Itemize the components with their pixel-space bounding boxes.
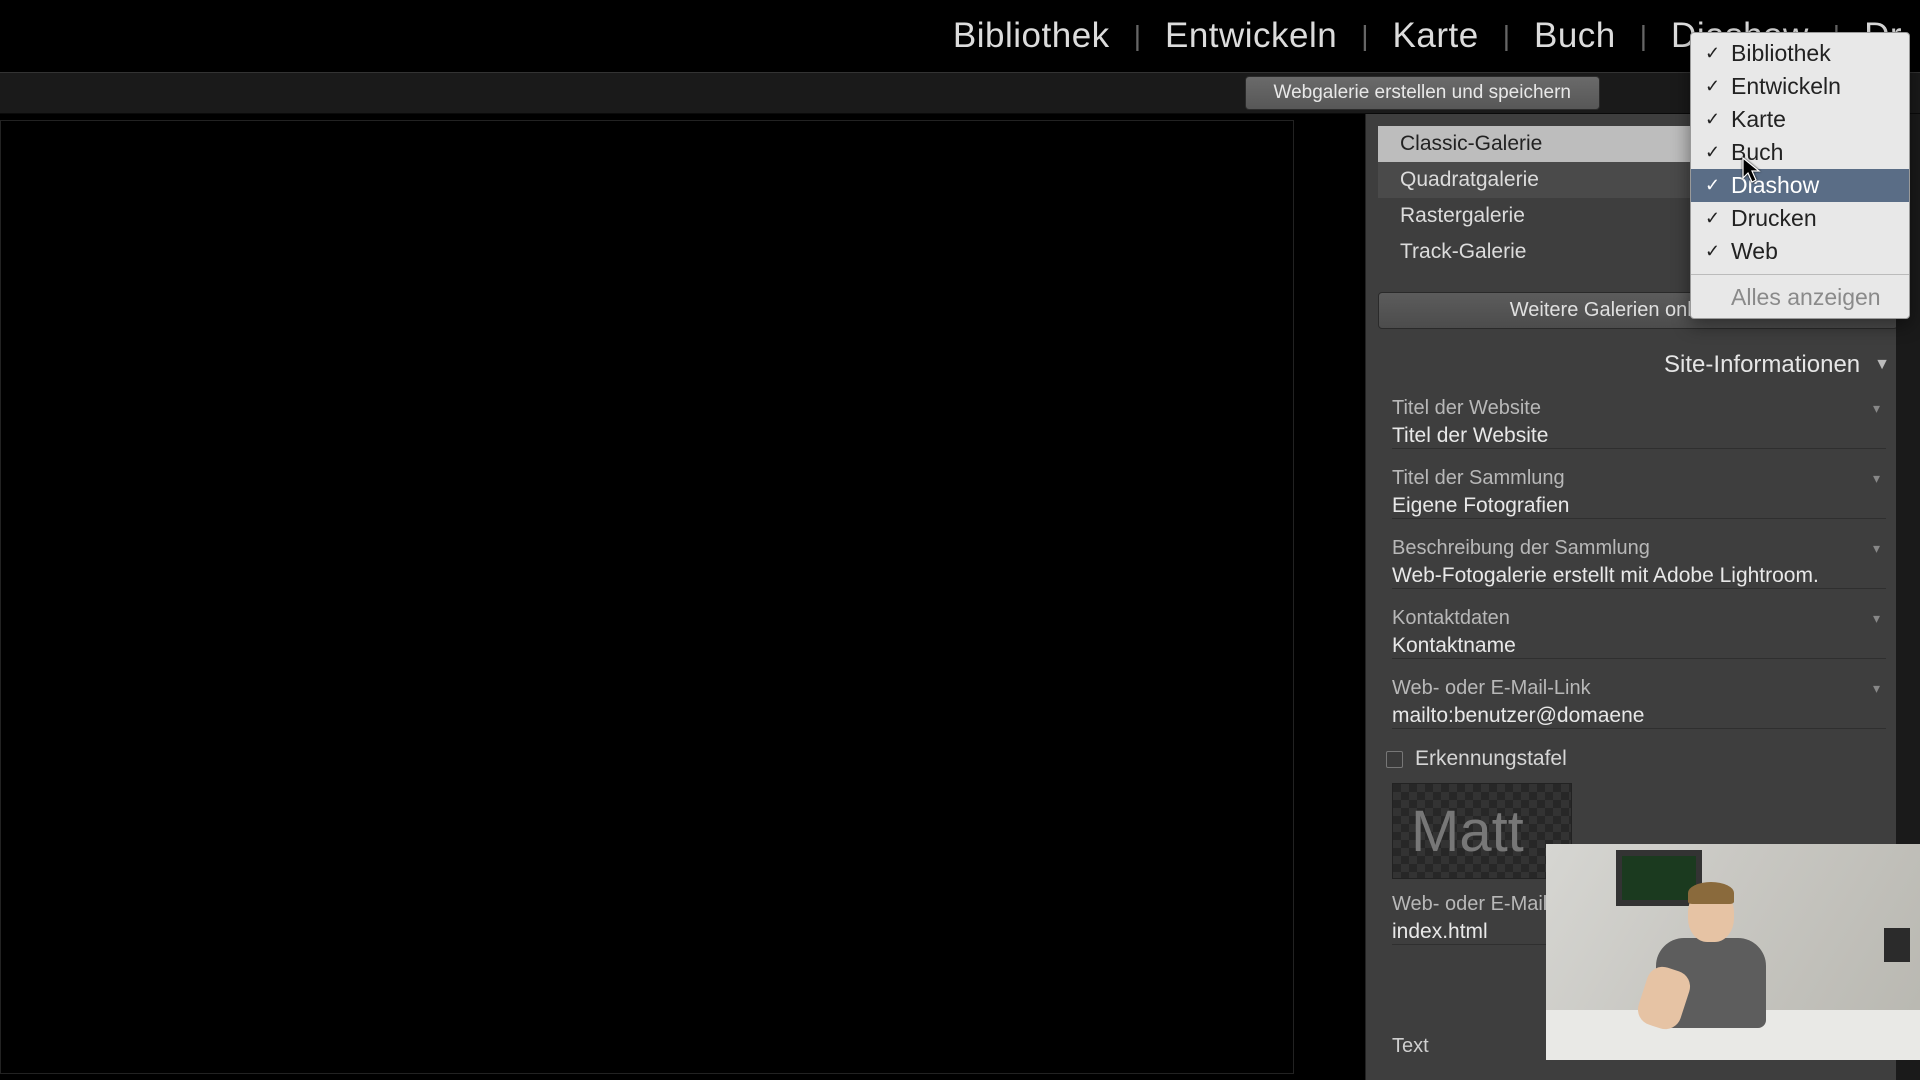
create-save-web-gallery-button[interactable]: Webgalerie erstellen und speichern [1245, 76, 1601, 110]
dd-item-map[interactable]: ✓ Karte [1691, 103, 1909, 136]
secondary-toolbar: Webgalerie erstellen und speichern [0, 72, 1920, 114]
check-icon: ✓ [1705, 175, 1723, 196]
dd-item-print[interactable]: ✓ Drucken [1691, 202, 1909, 235]
identity-plate-checkbox-label: Erkennungstafel [1415, 747, 1567, 771]
caret-down-icon[interactable]: ▾ [1873, 540, 1880, 557]
checkbox-icon[interactable] [1386, 751, 1403, 768]
module-book[interactable]: Buch [1528, 16, 1622, 56]
field-contact-label: Kontaktdaten [1392, 607, 1510, 630]
field-collection-title-value[interactable]: Eigene Fotografien [1392, 490, 1886, 519]
dd-item-label: Entwickeln [1731, 73, 1841, 100]
field-collection-title-label: Titel der Sammlung [1392, 467, 1565, 490]
caret-down-icon[interactable]: ▾ [1873, 400, 1880, 417]
identity-plate-checkbox-row[interactable]: Erkennungstafel [1386, 747, 1886, 771]
dd-item-show-all[interactable]: Alles anzeigen [1691, 281, 1909, 314]
field-collection-desc-label: Beschreibung der Sammlung [1392, 537, 1650, 560]
field-site-title: Titel der Website ▾ Titel der Website [1392, 397, 1886, 449]
field-web-email-link-value[interactable]: mailto:benutzer@domaene [1392, 700, 1886, 729]
check-icon: ✓ [1705, 241, 1723, 262]
dd-item-label: Diashow [1731, 172, 1819, 199]
dd-item-book[interactable]: ✓ Buch [1691, 136, 1909, 169]
dd-item-label: Web [1731, 238, 1778, 265]
dd-item-label: Alles anzeigen [1731, 284, 1881, 311]
module-map[interactable]: Karte [1387, 16, 1485, 56]
check-icon: ✓ [1705, 142, 1723, 163]
module-separator: | [1622, 20, 1665, 52]
check-icon: ✓ [1705, 109, 1723, 130]
caret-down-icon[interactable]: ▾ [1873, 470, 1880, 487]
dd-item-slideshow[interactable]: ✓ Diashow [1691, 169, 1909, 202]
preview-canvas[interactable] [0, 120, 1294, 1074]
section-site-info-header[interactable]: Site-Informationen ▼ [1366, 329, 1920, 391]
module-separator: | [1116, 20, 1159, 52]
wall-art-icon [1884, 928, 1910, 962]
field-site-title-label: Titel der Website [1392, 397, 1541, 420]
field-collection-title: Titel der Sammlung ▾ Eigene Fotografien [1392, 467, 1886, 519]
module-visibility-dropdown[interactable]: ✓ Bibliothek ✓ Entwickeln ✓ Karte ✓ Buch ✓ Di… [1690, 32, 1910, 319]
triangle-down-icon: ▼ [1874, 356, 1890, 374]
person-shape [1646, 882, 1776, 1032]
caret-down-icon[interactable]: ▾ [1873, 680, 1880, 697]
field-web-email-link-2-label: Web- oder E-Mail-Li [1392, 893, 1569, 916]
dd-item-web[interactable]: ✓ Web [1691, 235, 1909, 268]
dd-item-label: Drucken [1731, 205, 1817, 232]
check-icon: ✓ [1705, 43, 1723, 64]
module-separator: | [1485, 20, 1528, 52]
module-bar: Bibliothek | Entwickeln | Karte | Buch |… [0, 0, 1920, 72]
dd-item-develop[interactable]: ✓ Entwickeln [1691, 70, 1909, 103]
webcam-overlay [1546, 844, 1920, 1060]
field-contact-value[interactable]: Kontaktname [1392, 630, 1886, 659]
check-icon: ✓ [1705, 208, 1723, 229]
dd-item-label: Karte [1731, 106, 1786, 133]
field-contact: Kontaktdaten ▾ Kontaktname [1392, 607, 1886, 659]
color-text-label: Text [1392, 1035, 1429, 1058]
field-web-email-link-label: Web- oder E-Mail-Link [1392, 677, 1591, 700]
dd-item-label: Bibliothek [1731, 40, 1831, 67]
module-develop[interactable]: Entwickeln [1159, 16, 1343, 56]
dd-item-library[interactable]: ✓ Bibliothek [1691, 37, 1909, 70]
dropdown-separator [1691, 274, 1909, 275]
module-separator: | [1343, 20, 1386, 52]
field-collection-desc-value[interactable]: Web-Fotogalerie erstellt mit Adobe Light… [1392, 560, 1886, 589]
field-site-title-value[interactable]: Titel der Website [1392, 420, 1886, 449]
section-site-info-label: Site-Informationen [1664, 351, 1860, 379]
preview-pane [0, 114, 1300, 1080]
dd-item-label: Buch [1731, 139, 1783, 166]
check-icon: ✓ [1705, 76, 1723, 97]
module-library[interactable]: Bibliothek [947, 16, 1116, 56]
caret-down-icon[interactable]: ▾ [1873, 610, 1880, 627]
field-web-email-link: Web- oder E-Mail-Link ▾ mailto:benutzer@… [1392, 677, 1886, 729]
field-collection-desc: Beschreibung der Sammlung ▾ Web-Fotogale… [1392, 537, 1886, 589]
identity-plate-text: Matt [1411, 798, 1524, 865]
